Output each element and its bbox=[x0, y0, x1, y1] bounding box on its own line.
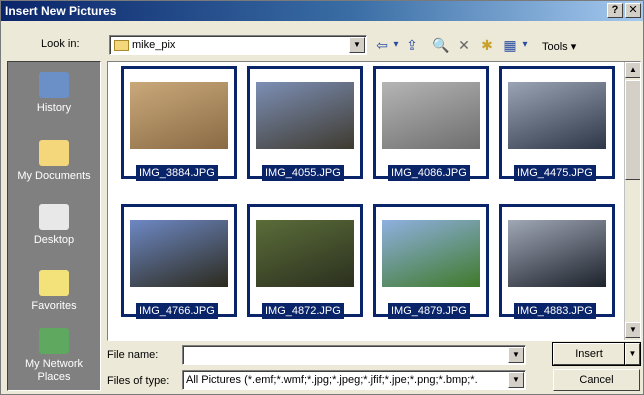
places-bar: History My Documents Desktop Favorites M… bbox=[7, 61, 101, 391]
place-history[interactable]: History bbox=[8, 72, 100, 115]
file-name-label: File name: bbox=[107, 349, 159, 361]
tools-dropdown-icon: ▾ bbox=[570, 41, 577, 53]
thumbnail-image bbox=[256, 82, 354, 149]
thumbnail-image bbox=[130, 220, 228, 287]
file-caption[interactable]: IMG_4879.JPG bbox=[388, 303, 470, 319]
file-thumbnail[interactable] bbox=[121, 204, 237, 317]
my-documents-icon bbox=[39, 140, 69, 166]
back-button[interactable]: ⇦ bbox=[373, 36, 391, 54]
file-type-combo[interactable]: All Pictures (*.emf;*.wmf;*.jpg;*.jpeg;*… bbox=[182, 370, 526, 390]
thumbnail-image bbox=[382, 220, 480, 287]
scroll-thumb[interactable] bbox=[625, 80, 640, 180]
place-my-network-places[interactable]: My Network Places bbox=[8, 328, 100, 384]
file-caption[interactable]: IMG_4872.JPG bbox=[262, 303, 344, 319]
folder-icon bbox=[114, 40, 129, 51]
insert-options-icon[interactable]: ▼ bbox=[625, 343, 640, 365]
file-caption[interactable]: IMG_4086.JPG bbox=[388, 165, 470, 181]
desktop-icon bbox=[39, 204, 69, 230]
look-in-value: mike_pix bbox=[132, 39, 176, 51]
file-caption[interactable]: IMG_4883.JPG bbox=[514, 303, 596, 319]
file-type-label: Files of type: bbox=[107, 375, 170, 387]
place-my-documents[interactable]: My Documents bbox=[8, 140, 100, 183]
place-favorites[interactable]: Favorites bbox=[8, 270, 100, 313]
views-button[interactable]: ▦ bbox=[501, 36, 519, 54]
file-type-value: All Pictures (*.emf;*.wmf;*.jpg;*.jpeg;*… bbox=[186, 374, 478, 386]
help-button[interactable]: ? bbox=[607, 3, 623, 18]
look-in-label: Look in: bbox=[41, 38, 80, 50]
place-label: My Documents bbox=[17, 170, 91, 182]
file-caption[interactable]: IMG_3884.JPG bbox=[136, 165, 218, 181]
cancel-button[interactable]: Cancel bbox=[553, 369, 640, 391]
file-list-view[interactable]: IMG_3884.JPG IMG_4055.JPG IMG_4086.JPG I… bbox=[107, 61, 641, 341]
insert-pictures-dialog: Insert New Pictures ? ✕ Look in: mike_pi… bbox=[0, 0, 644, 395]
thumbnail-image bbox=[130, 82, 228, 149]
scroll-up-button[interactable]: ▲ bbox=[625, 62, 640, 78]
window-title: Insert New Pictures bbox=[5, 4, 117, 18]
scroll-down-button[interactable]: ▼ bbox=[625, 322, 640, 338]
place-label: Favorites bbox=[31, 300, 77, 312]
place-label: My Network Places bbox=[24, 358, 84, 383]
title-bar: Insert New Pictures ? ✕ bbox=[1, 1, 643, 21]
close-button[interactable]: ✕ bbox=[625, 3, 641, 18]
new-folder-button[interactable]: ✱ bbox=[477, 36, 497, 54]
search-web-button[interactable]: 🔍 bbox=[431, 36, 451, 54]
file-thumbnail[interactable] bbox=[499, 204, 615, 317]
thumbnail-image bbox=[256, 220, 354, 287]
vertical-scrollbar[interactable]: ▲ ▼ bbox=[624, 62, 640, 340]
favorites-icon bbox=[39, 270, 69, 296]
file-caption[interactable]: IMG_4766.JPG bbox=[136, 303, 218, 319]
look-in-combo[interactable]: mike_pix ▼ bbox=[109, 35, 367, 55]
views-dropdown-icon[interactable]: ▾ bbox=[519, 36, 531, 54]
place-label: History bbox=[36, 102, 72, 114]
tools-menu[interactable]: Tools ▾ bbox=[542, 40, 576, 53]
file-thumbnail[interactable] bbox=[373, 204, 489, 317]
thumbnail-image bbox=[382, 82, 480, 149]
file-thumbnail[interactable] bbox=[121, 66, 237, 179]
tools-label: Tools bbox=[542, 41, 568, 53]
file-name-combo[interactable]: ▼ bbox=[182, 345, 526, 365]
file-thumbnail[interactable] bbox=[373, 66, 489, 179]
chevron-down-icon[interactable]: ▼ bbox=[349, 37, 365, 53]
chevron-down-icon[interactable]: ▼ bbox=[508, 372, 524, 388]
up-folder-button[interactable]: ⇪ bbox=[403, 36, 421, 54]
history-icon bbox=[39, 72, 69, 98]
back-dropdown-icon[interactable]: ▾ bbox=[391, 36, 401, 54]
file-thumbnail[interactable] bbox=[247, 66, 363, 179]
chevron-down-icon[interactable]: ▼ bbox=[508, 347, 524, 363]
file-caption[interactable]: IMG_4055.JPG bbox=[262, 165, 344, 181]
place-label: Desktop bbox=[33, 234, 75, 246]
delete-button[interactable]: ✕ bbox=[455, 36, 473, 54]
file-thumbnail[interactable] bbox=[247, 204, 363, 317]
insert-button[interactable]: Insert bbox=[553, 343, 625, 365]
thumbnail-image bbox=[508, 220, 606, 287]
file-thumbnail[interactable] bbox=[499, 66, 615, 179]
place-desktop[interactable]: Desktop bbox=[8, 204, 100, 247]
thumbnail-image bbox=[508, 82, 606, 149]
network-icon bbox=[39, 328, 69, 354]
file-caption[interactable]: IMG_4475.JPG bbox=[514, 165, 596, 181]
